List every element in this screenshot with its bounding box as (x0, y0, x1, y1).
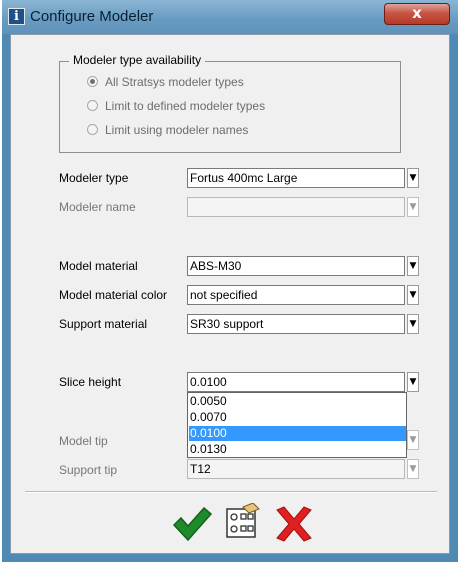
support-material-value[interactable]: SR30 support (187, 314, 405, 334)
title-bar[interactable]: i Configure Modeler x (2, 0, 458, 34)
cancel-button[interactable] (273, 505, 315, 543)
modeler-name-select: ▼ (187, 197, 419, 217)
chevron-down-icon: ▼ (407, 197, 419, 217)
info-icon: i (8, 8, 25, 25)
chevron-down-icon[interactable]: ▼ (407, 285, 419, 305)
support-material-label: Support material (59, 317, 148, 331)
model-material-color-select[interactable]: not specified ▼ (187, 285, 419, 305)
support-tip-value: T12 (187, 459, 405, 479)
radio-button[interactable] (87, 100, 98, 111)
modeler-name-label: Modeler name (59, 200, 136, 214)
model-material-color-label: Model material color (59, 288, 168, 302)
radio-limit-names[interactable]: Limit using modeler names (87, 123, 307, 139)
slice-height-value[interactable]: 0.0100 (187, 372, 405, 392)
support-tip-label: Support tip (59, 463, 118, 477)
slice-height-dropdown-list[interactable]: 0.0050 0.0070 0.0100 0.0130 (187, 392, 407, 458)
model-material-value[interactable]: ABS-M30 (187, 256, 405, 276)
radio-label: Limit using modeler names (105, 123, 249, 137)
ok-button[interactable] (171, 505, 213, 543)
model-material-select[interactable]: ABS-M30 ▼ (187, 256, 419, 276)
support-tip-select: T12 ▼ (187, 459, 419, 479)
chevron-down-icon: ▼ (407, 459, 419, 479)
dropdown-option[interactable]: 0.0070 (189, 410, 270, 425)
separator (25, 491, 437, 493)
dialog-body: Modeler type availability All Stratsys m… (10, 34, 450, 554)
dropdown-option-selected[interactable]: 0.0100 (189, 426, 406, 441)
radio-all-stratsys[interactable]: All Stratsys modeler types (87, 75, 307, 91)
modeler-type-label: Modeler type (59, 171, 129, 185)
radio-label: All Stratsys modeler types (105, 75, 244, 89)
window-title: Configure Modeler (30, 8, 154, 25)
slice-height-select[interactable]: 0.0100 ▼ (187, 372, 419, 392)
radio-limit-defined[interactable]: Limit to defined modeler types (87, 99, 307, 115)
configure-modeler-window: i Configure Modeler x Modeler type avail… (2, 0, 458, 562)
dropdown-option[interactable]: 0.0130 (189, 442, 270, 457)
support-material-select[interactable]: SR30 support ▼ (187, 314, 419, 334)
model-tip-label: Model tip (59, 434, 108, 448)
modeler-type-select[interactable]: Fortus 400mc Large ▼ (187, 168, 419, 188)
red-x-icon (276, 506, 312, 542)
model-material-label: Model material (59, 259, 138, 273)
group-legend: Modeler type availability (69, 53, 206, 67)
chevron-down-icon: ▼ (407, 430, 419, 450)
settings-grid-icon (226, 502, 260, 538)
slice-height-label: Slice height (59, 375, 122, 389)
dropdown-option[interactable]: 0.0050 (189, 394, 270, 409)
model-material-color-value[interactable]: not specified (187, 285, 405, 305)
chevron-down-icon[interactable]: ▼ (407, 168, 419, 188)
settings-button[interactable] (221, 502, 263, 541)
green-check-icon (172, 506, 213, 542)
modeler-type-value[interactable]: Fortus 400mc Large (187, 168, 405, 188)
close-button[interactable]: x (384, 3, 450, 25)
radio-button[interactable] (87, 124, 98, 135)
radio-button-selected[interactable] (87, 76, 98, 87)
chevron-down-icon[interactable]: ▼ (407, 314, 419, 334)
modeler-name-value (187, 197, 405, 217)
chevron-down-icon[interactable]: ▼ (407, 256, 419, 276)
chevron-down-icon[interactable]: ▼ (407, 372, 419, 392)
radio-label: Limit to defined modeler types (105, 99, 266, 113)
